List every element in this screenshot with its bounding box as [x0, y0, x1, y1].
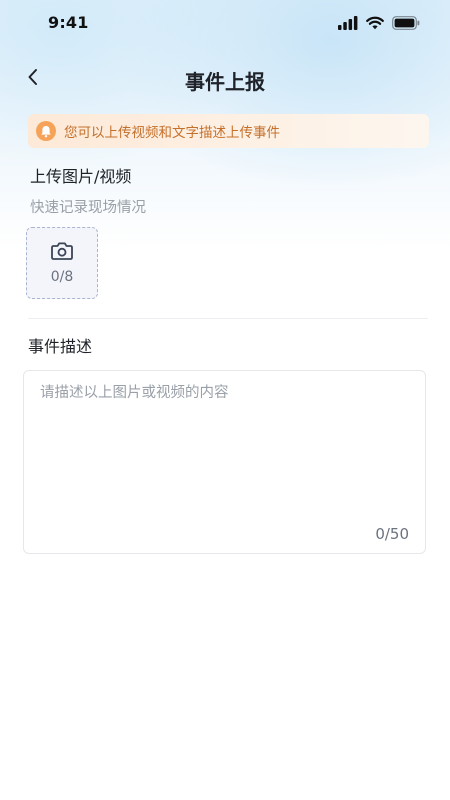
upload-subtitle: 快速记录现场情况 — [30, 200, 146, 216]
description-section-title: 事件描述 — [28, 337, 93, 356]
section-divider — [28, 318, 428, 319]
upload-section-title: 上传图片/视频 — [30, 167, 132, 186]
page-title: 事件上报 — [185, 70, 265, 94]
status-time: 9:41 — [48, 13, 89, 32]
notice-text: 您可以上传视频和文字描述上传事件 — [64, 125, 280, 141]
notice-banner: 您可以上传视频和文字描述上传事件 — [28, 114, 429, 148]
bell-icon — [36, 121, 56, 141]
upload-media-button[interactable]: 0/8 — [26, 227, 98, 299]
battery-icon — [392, 15, 420, 34]
event-report-screen: 9:41 事件上报 您可以上传视频和文字描述上传事件 上传图片/视频 快速记录现… — [0, 0, 450, 800]
nav-bar: 事件上报 — [0, 56, 450, 102]
description-placeholder: 请描述以上图片或视频的内容 — [40, 385, 229, 401]
camera-icon — [50, 241, 74, 265]
wifi-icon — [366, 15, 384, 34]
upload-count: 0/8 — [50, 269, 74, 285]
status-icons — [338, 15, 420, 34]
signal-icon — [338, 15, 358, 34]
status-bar: 9:41 — [0, 0, 450, 44]
description-textarea[interactable]: 请描述以上图片或视频的内容 0/50 — [23, 370, 426, 554]
description-char-count: 0/50 — [375, 525, 409, 543]
